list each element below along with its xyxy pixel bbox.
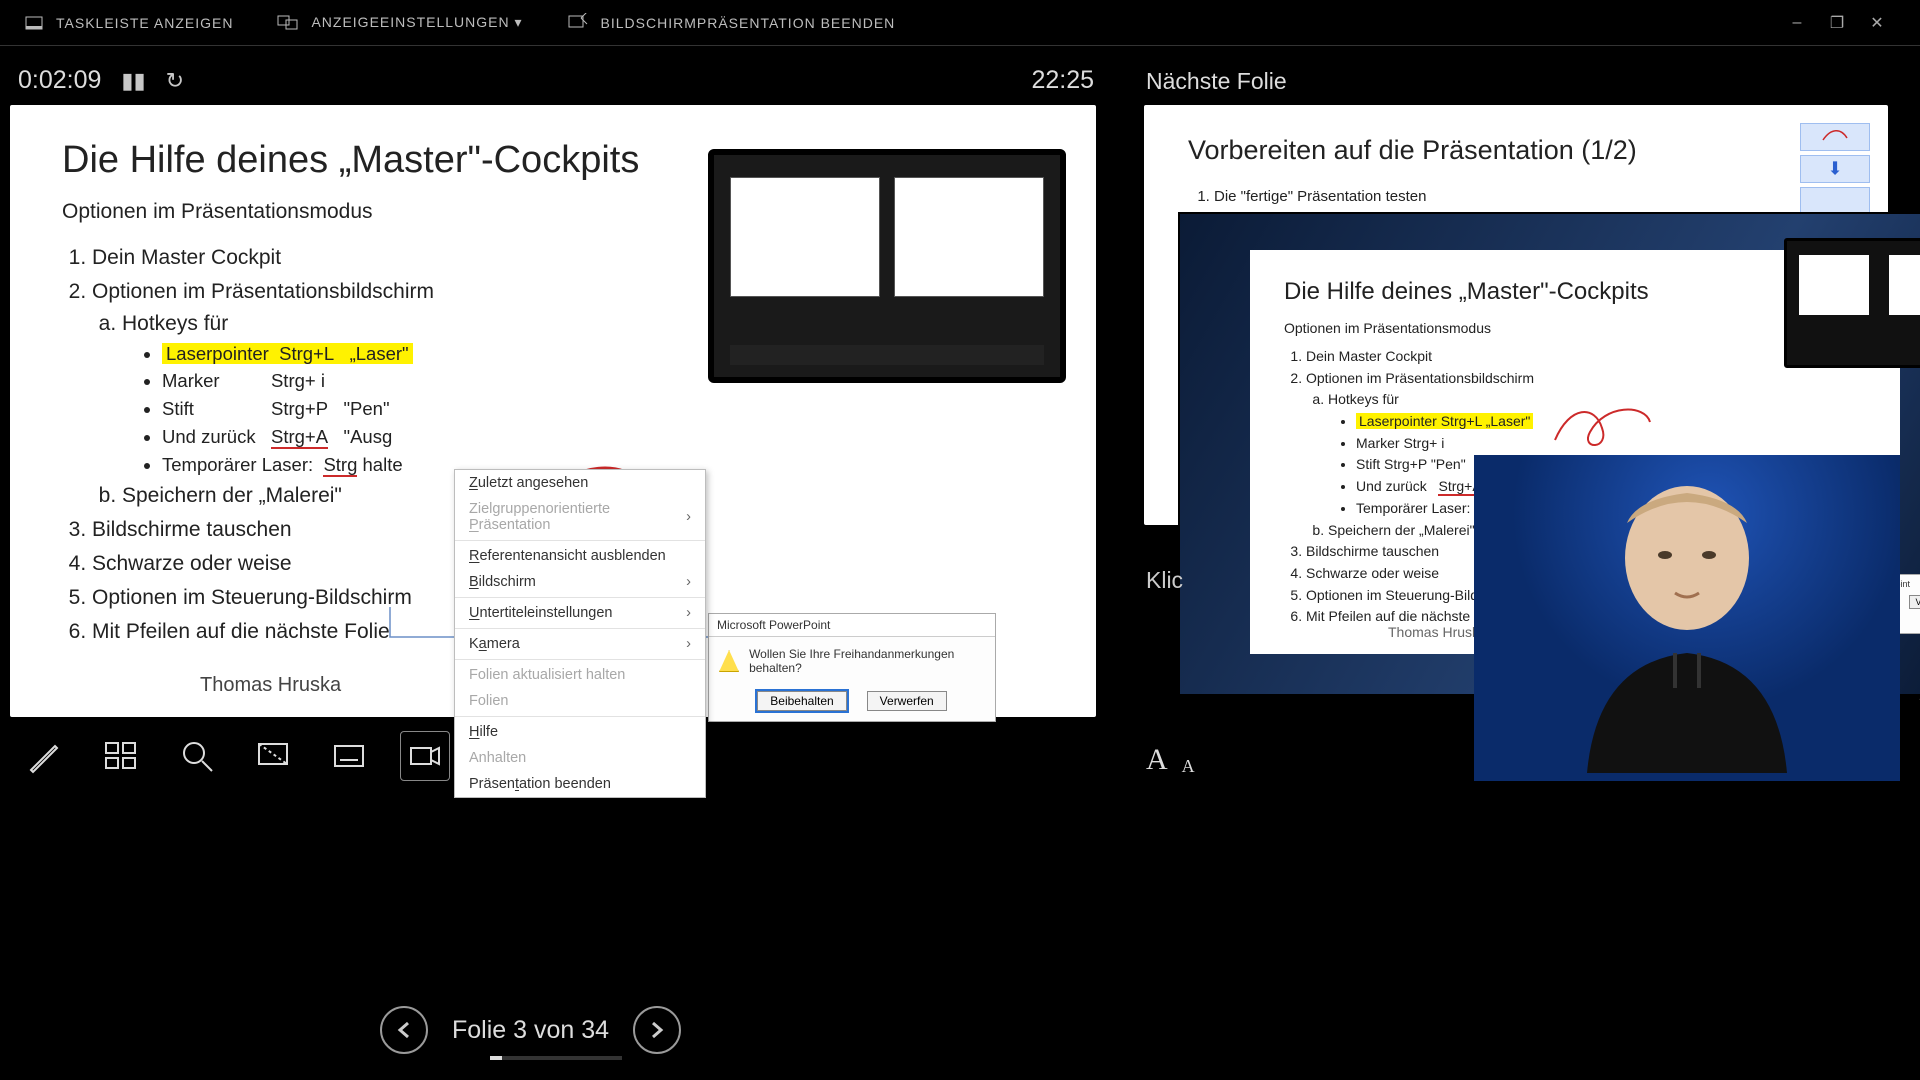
- menu-help[interactable]: Hilfe: [455, 719, 705, 745]
- slide-author: Thomas Hruska: [200, 674, 341, 697]
- end-slideshow-button[interactable]: BILDSCHIRMPRÄSENTATION BEENDEN: [567, 13, 896, 33]
- photo-mini-monitor: [1784, 238, 1920, 368]
- reset-timer-button[interactable]: ↻: [166, 68, 184, 94]
- next-slide-thumbnails: ⬇: [1800, 123, 1870, 219]
- next-slide-item-1: Die "fertige" Präsentation testen: [1214, 188, 1844, 205]
- menu-hide-presenter-view[interactable]: Referentenansicht ausblenden: [455, 543, 705, 569]
- black-screen-button[interactable]: [248, 731, 298, 781]
- subtitles-button[interactable]: [324, 731, 374, 781]
- next-slide-header: Nächste Folie: [1144, 62, 1900, 105]
- notes-click-prompt[interactable]: Klic: [1146, 567, 1183, 594]
- elapsed-time: 0:02:09: [18, 66, 101, 95]
- hotkey-pen: Stift Strg+P "Pen": [162, 395, 1044, 423]
- taskbar-icon: [24, 13, 44, 33]
- display-settings-button[interactable]: ANZEIGEEINSTELLUNGEN ▾: [277, 13, 522, 33]
- menu-pause: Anhalten: [455, 745, 705, 771]
- menu-keep-slides-updated: Folien aktualisiert halten: [455, 662, 705, 688]
- show-taskbar-label: TASKLEISTE ANZEIGEN: [56, 15, 233, 31]
- photo-subtitle: Optionen im Präsentationsmodus: [1284, 320, 1866, 336]
- camera-tool-button[interactable]: [400, 731, 450, 781]
- window-close-button[interactable]: ✕: [1868, 14, 1886, 32]
- wall-clock: 22:25: [1031, 66, 1100, 95]
- presenter-context-menu: Zuletzt angesehen Zielgruppenorientierte…: [454, 469, 706, 798]
- menu-end-presentation[interactable]: Präsentation beenden: [455, 771, 705, 797]
- menu-last-viewed[interactable]: Zuletzt angesehen: [455, 470, 705, 496]
- menu-custom-show: Zielgruppenorientierte Präsentation›: [455, 496, 705, 538]
- menu-camera[interactable]: Kamera›: [455, 631, 705, 657]
- presenter-head-silhouette: [1557, 463, 1817, 773]
- presenter-top-bar: TASKLEISTE ANZEIGEN ANZEIGEEINSTELLUNGEN…: [0, 0, 1920, 46]
- menu-slides: Folien: [455, 688, 705, 714]
- end-show-icon: [567, 13, 589, 33]
- displays-icon: [277, 13, 299, 33]
- pen-tool-button[interactable]: [20, 731, 70, 781]
- photo-title: Die Hilfe deines „Master"-Cockpits: [1284, 278, 1866, 306]
- slide-counter: Folie 3 von 34: [452, 1016, 609, 1045]
- decrease-font-button[interactable]: A: [1182, 756, 1195, 777]
- dialog-discard-button[interactable]: Verwerfen: [867, 691, 947, 711]
- next-slide-button[interactable]: [633, 1006, 681, 1054]
- powerpoint-ink-dialog: Microsoft PowerPoint Wollen Sie Ihre Fre…: [708, 613, 996, 722]
- presenter-webcam[interactable]: [1474, 455, 1900, 781]
- slide-progress-bar: [490, 1056, 622, 1060]
- zoom-tool-button[interactable]: [172, 731, 222, 781]
- end-slideshow-label: BILDSCHIRMPRÄSENTATION BEENDEN: [601, 15, 896, 31]
- warning-icon: [719, 650, 739, 672]
- next-slide-title: Vorbereiten auf die Präsentation (1/2): [1188, 135, 1844, 166]
- show-taskbar-button[interactable]: TASKLEISTE ANZEIGEN: [24, 13, 233, 33]
- hotkey-back: Und zurück Strg+A "Ausg: [162, 423, 1044, 451]
- pause-timer-button[interactable]: ▮▮: [121, 68, 145, 94]
- photo-author: Thomas Hruska: [1388, 624, 1487, 640]
- dialog-keep-button[interactable]: Beibehalten: [757, 691, 846, 711]
- prev-slide-button[interactable]: [380, 1006, 428, 1054]
- slide-navigation: Folie 3 von 34: [380, 1006, 681, 1054]
- dialog-title: Microsoft PowerPoint: [709, 614, 995, 637]
- timer-row: 0:02:09 ▮▮ ↻ 22:25: [10, 62, 1104, 105]
- increase-font-button[interactable]: A: [1146, 743, 1168, 777]
- menu-screen[interactable]: Bildschirm›: [455, 569, 705, 595]
- window-restore-button[interactable]: ❐: [1828, 14, 1846, 32]
- dialog-message: Wollen Sie Ihre Freihandanmerkungen beha…: [749, 647, 985, 675]
- notes-font-size-controls: A A: [1146, 743, 1195, 777]
- window-minimize-button[interactable]: ‒: [1788, 14, 1806, 32]
- slide-monitor-illustration: [708, 149, 1066, 383]
- display-settings-label: ANZEIGEEINSTELLUNGEN ▾: [311, 14, 522, 31]
- menu-subtitle-settings[interactable]: Untertiteleinstellungen›: [455, 600, 705, 626]
- photo-red-scribble: [1550, 400, 1660, 450]
- see-all-slides-button[interactable]: [96, 731, 146, 781]
